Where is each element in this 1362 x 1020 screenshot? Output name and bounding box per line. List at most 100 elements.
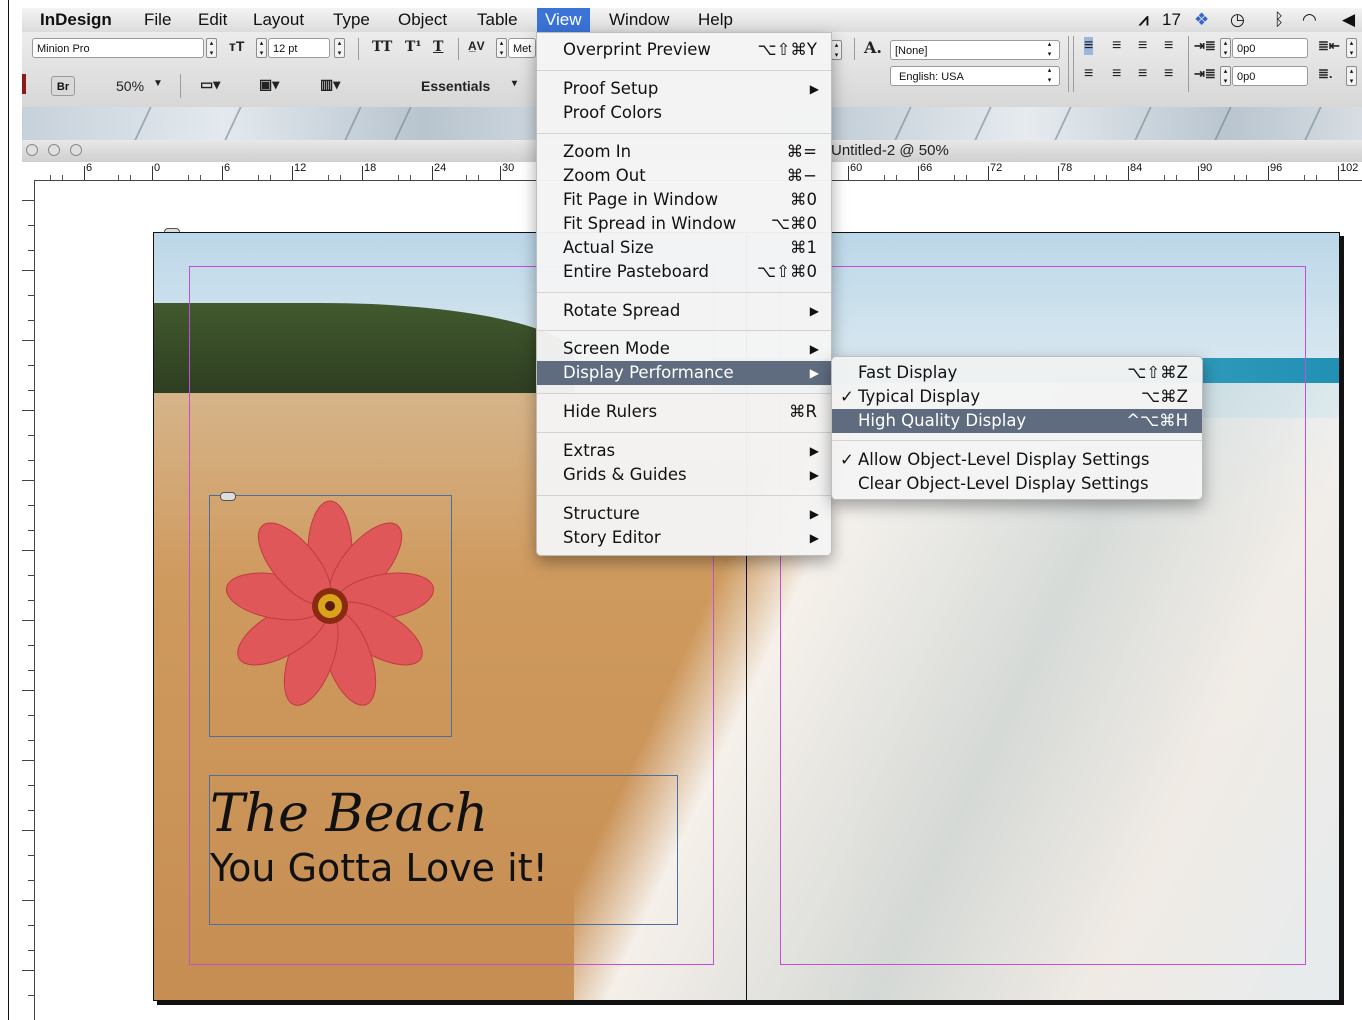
ruler-label: 12 — [294, 162, 307, 174]
font-size-icon: ᴛT — [229, 38, 245, 54]
menu-item-proof-setup[interactable]: Proof Setup ▶ — [537, 77, 831, 101]
headline-text-frame[interactable]: The Beach You Gotta Love it! — [209, 775, 678, 925]
menu-window[interactable]: Window — [601, 8, 677, 32]
first-line-indent-stepper[interactable]: ▴ ▾ — [1220, 66, 1231, 86]
left-indent-stepper[interactable]: ▴ ▾ — [1220, 38, 1231, 58]
document-title: Untitled-2 @ 50% — [831, 142, 949, 159]
font-size-dropdown[interactable]: ▴ ▾ — [334, 38, 345, 58]
menu-item-display-performance[interactable]: Display Performance ▶ — [537, 361, 831, 385]
menu-item-rotate-spread[interactable]: Rotate Spread ▶ — [537, 299, 831, 323]
character-style-dropdown[interactable]: ▴ ▾ — [1044, 40, 1055, 60]
font-size-stepper[interactable]: ▴ ▾ — [256, 38, 267, 58]
menu-item-fit-page[interactable]: Fit Page in Window ⌘0 — [537, 188, 831, 212]
menu-item-grids-guides[interactable]: Grids & Guides ▶ — [537, 463, 831, 487]
font-family-field[interactable]: Minion Pro — [32, 38, 204, 58]
menu-item-fit-spread[interactable]: Fit Spread in Window ⌥⌘0 — [537, 212, 831, 236]
window-left-edge — [0, 0, 9, 1020]
menu-view[interactable]: View — [537, 8, 590, 32]
workspace-switcher[interactable]: Essentials — [421, 78, 490, 94]
menu-item-entire-pasteboard[interactable]: Entire Pasteboard ⌥⇧⌘0 — [537, 260, 831, 284]
justify-all-icon[interactable]: ≡ — [1164, 65, 1173, 83]
status-badge[interactable]: 17 — [1162, 8, 1181, 32]
menu-item-zoom-out[interactable]: Zoom Out ⌘− — [537, 164, 831, 188]
menu-item-screen-mode[interactable]: Screen Mode ▶ — [537, 337, 831, 361]
flower-image-frame[interactable] — [209, 492, 452, 737]
menu-item-story-editor[interactable]: Story Editor ▶ — [537, 526, 831, 550]
align-left-icon[interactable]: ≡ — [1084, 37, 1094, 55]
vertical-ruler[interactable] — [22, 180, 35, 1020]
close-window-button[interactable] — [26, 144, 38, 156]
right-indent-icon[interactable]: ≣⇤ — [1318, 38, 1340, 54]
font-size-field[interactable]: 12 pt — [268, 38, 330, 58]
screen-mode-icon[interactable]: ▣▾ — [259, 76, 279, 93]
last-line-indent-stepper[interactable]: ▴ ▾ — [1346, 66, 1357, 86]
separator — [1073, 36, 1074, 92]
kerning-field[interactable]: Met — [508, 38, 536, 58]
menu-table[interactable]: Table — [469, 8, 526, 32]
menu-item-overprint-preview[interactable]: Overprint Preview ⌥⇧⌘Y — [537, 38, 831, 62]
language-dropdown[interactable]: ▴ ▾ — [1044, 66, 1055, 86]
menu-item-label: Entire Pasteboard — [563, 262, 709, 281]
last-line-indent-icon[interactable]: ≣. — [1318, 66, 1333, 82]
all-caps-button[interactable]: TT — [372, 39, 392, 55]
stepper-right[interactable]: ▴ ▾ — [831, 40, 842, 60]
workspace-dropdown-icon[interactable]: ▾ — [512, 78, 517, 89]
menu-item-label: Overprint Preview — [563, 40, 711, 59]
menu-item-structure[interactable]: Structure ▶ — [537, 502, 831, 526]
dropbox-icon[interactable]: ❖ — [1194, 8, 1209, 32]
menu-layout[interactable]: Layout — [245, 8, 312, 32]
menu-item-clear-object-level[interactable]: Clear Object-Level Display Settings — [832, 472, 1202, 496]
time-machine-icon[interactable]: ◷ — [1230, 8, 1245, 32]
menu-item-label: Grids & Guides — [563, 465, 687, 484]
menu-item-actual-size[interactable]: Actual Size ⌘1 — [537, 236, 831, 260]
adobe-icon[interactable]: ⩘ — [1139, 8, 1149, 32]
menu-item-allow-object-level[interactable]: ✓ Allow Object-Level Display Settings — [832, 448, 1202, 472]
menu-help[interactable]: Help — [690, 8, 741, 32]
menu-item-high-quality-display[interactable]: High Quality Display ^⌥⌘H — [832, 409, 1202, 433]
zoom-dropdown-icon[interactable]: ▼ — [153, 78, 163, 89]
menu-type[interactable]: Type — [325, 8, 378, 32]
justify-left-icon[interactable]: ≡ — [1084, 65, 1093, 83]
app-menu[interactable]: InDesign — [32, 8, 120, 32]
kerning-stepper[interactable]: ▴ ▾ — [496, 38, 507, 58]
bridge-button[interactable]: Br — [51, 76, 75, 96]
minimize-window-button[interactable] — [48, 144, 60, 156]
underline-button[interactable]: T — [433, 39, 443, 55]
menu-item-fast-display[interactable]: Fast Display ⌥⇧⌘Z — [832, 361, 1202, 385]
menu-item-hide-rulers[interactable]: Hide Rulers ⌘R — [537, 400, 831, 424]
menu-file[interactable]: File — [136, 8, 179, 32]
menu-separator — [537, 133, 831, 134]
headline-subtitle[interactable]: You Gotta Love it! — [210, 846, 548, 890]
menu-item-typical-display[interactable]: ✓ Typical Display ⌥⌘Z — [832, 385, 1202, 409]
justify-right-icon[interactable]: ≡ — [1138, 65, 1147, 83]
align-center-icon[interactable]: ≡ — [1112, 37, 1121, 55]
menu-edit[interactable]: Edit — [190, 8, 235, 32]
menu-bar: InDesign File Edit Layout Type Object Ta… — [22, 8, 1362, 33]
menu-item-extras[interactable]: Extras ▶ — [537, 439, 831, 463]
menu-object[interactable]: Object — [390, 8, 455, 32]
left-indent-field[interactable]: 0p0 — [1232, 38, 1308, 58]
wifi-icon[interactable]: ◠ — [1302, 8, 1317, 32]
first-line-indent-field[interactable]: 0p0 — [1232, 66, 1308, 86]
zoom-window-button[interactable] — [70, 144, 82, 156]
view-options-icon[interactable]: ▭▾ — [200, 76, 220, 93]
superscript-button[interactable]: T¹ — [405, 39, 422, 55]
menu-item-proof-colors[interactable]: Proof Colors — [537, 101, 831, 125]
ruler-label: 6 — [224, 162, 231, 174]
font-family-dropdown[interactable]: ▴ ▾ — [206, 38, 217, 58]
zoom-level[interactable]: 50% — [116, 78, 144, 94]
bluetooth-icon[interactable]: ᛒ — [1274, 8, 1284, 32]
justify-center-icon[interactable]: ≡ — [1112, 65, 1121, 83]
language-field[interactable]: English: USA — [890, 66, 1060, 86]
align-right-icon[interactable]: ≡ — [1138, 37, 1147, 55]
align-towards-spine-icon[interactable]: ≡ — [1164, 37, 1173, 55]
arrange-documents-icon[interactable]: ▥▾ — [320, 76, 340, 93]
headline-title[interactable]: The Beach — [210, 784, 488, 844]
ruler-label: 96 — [1270, 162, 1283, 174]
menu-item-shortcut: ⌥⌘Z — [1141, 387, 1188, 406]
volume-icon[interactable]: ◀ — [1342, 8, 1355, 32]
menu-item-zoom-in[interactable]: Zoom In ⌘= — [537, 140, 831, 164]
menu-item-label: Fit Spread in Window — [563, 214, 737, 233]
character-style-field[interactable]: [None] — [890, 40, 1060, 60]
right-indent-stepper[interactable]: ▴ ▾ — [1346, 38, 1357, 58]
